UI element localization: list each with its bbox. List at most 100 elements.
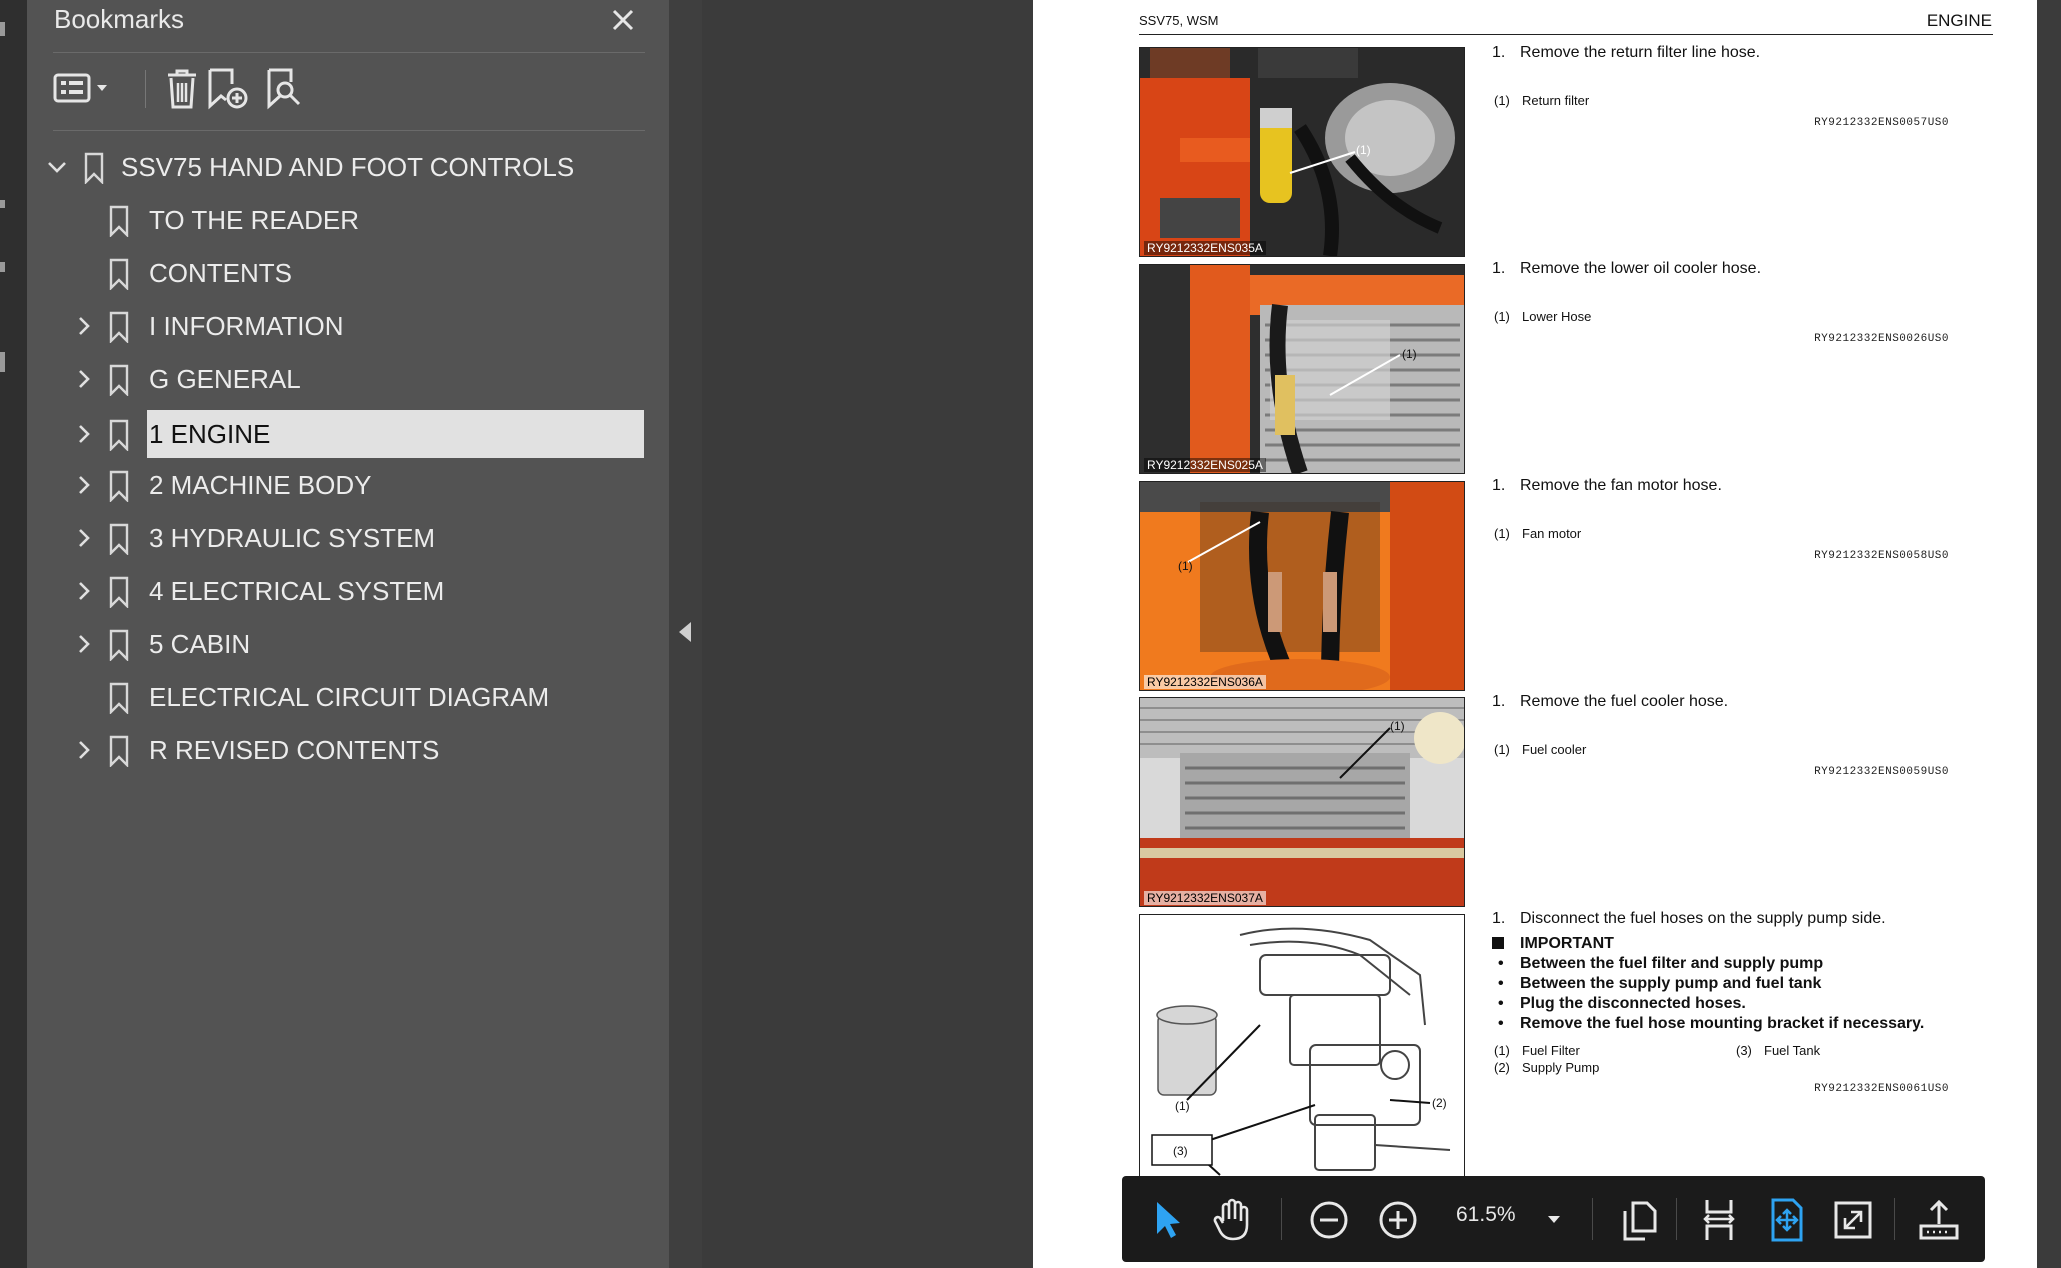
- chevron-right-icon[interactable]: [72, 473, 96, 497]
- reference-code: RY9212332ENS0057US0: [1814, 117, 1949, 129]
- important-item: Between the supply pump and fuel tank: [1498, 974, 1924, 994]
- header-rule: [1139, 34, 1993, 35]
- bookmark-label: 1 ENGINE: [147, 410, 644, 458]
- diagram-callout: (3): [1173, 1144, 1188, 1158]
- toolbar-divider: [1894, 1198, 1895, 1240]
- chevron-right-icon[interactable]: [72, 579, 96, 603]
- bookmark-item[interactable]: SSV75 HAND AND FOOT CONTROLS: [27, 143, 669, 191]
- zoom-out-icon: [1310, 1201, 1348, 1239]
- step-text: 1. Remove the fan motor hose.: [1492, 477, 1722, 494]
- chevron-right-icon[interactable]: [72, 738, 96, 762]
- important-list: Between the fuel filter and supply pump …: [1498, 954, 1924, 1034]
- viewer-background: [702, 0, 1033, 1268]
- bookmark-item[interactable]: 1 ENGINE: [27, 410, 669, 458]
- find-bookmark-button[interactable]: [259, 66, 309, 112]
- share-button[interactable]: [1912, 1193, 1966, 1247]
- zoom-in-button[interactable]: [1371, 1193, 1425, 1247]
- options-menu-button[interactable]: [51, 66, 117, 112]
- bookmark-item[interactable]: 5 CABIN: [27, 620, 669, 668]
- chevron-right-icon[interactable]: [72, 367, 96, 391]
- bookmark-label: 5 CABIN: [149, 629, 251, 659]
- add-bookmark-button[interactable]: [199, 66, 255, 112]
- full-screen-icon: [1834, 1201, 1872, 1239]
- chevron-right-icon[interactable]: [72, 632, 96, 656]
- close-panel-button[interactable]: [605, 2, 641, 38]
- nav-marker-icon[interactable]: [0, 200, 5, 208]
- bookmark-label: CONTENTS: [149, 258, 292, 288]
- bookmark-item[interactable]: TO THE READER: [27, 196, 669, 244]
- bookmark-icon: [109, 419, 129, 451]
- chevron-right-icon[interactable]: [72, 314, 96, 338]
- fit-width-icon: [1703, 1200, 1735, 1240]
- zoom-level[interactable]: 61.5%: [1456, 1203, 1516, 1227]
- fit-width-button[interactable]: [1692, 1193, 1746, 1247]
- reference-code: RY9212332ENS0058US0: [1814, 550, 1949, 562]
- reference-code: RY9212332ENS0026US0: [1814, 333, 1949, 345]
- vertical-scrollbar[interactable]: [2037, 0, 2061, 1268]
- panel-title: Bookmarks: [54, 4, 185, 34]
- nav-marker-icon[interactable]: [0, 262, 5, 272]
- toolbar-divider: [1676, 1198, 1677, 1240]
- important-item: Plug the disconnected hoses.: [1498, 994, 1924, 1014]
- page-header-right: ENGINE: [1926, 11, 1992, 30]
- diagram-callout: (2): [1432, 1096, 1447, 1110]
- chevron-right-icon[interactable]: [72, 422, 96, 446]
- bookmark-item[interactable]: R REVISED CONTENTS: [27, 726, 669, 774]
- nav-home-icon[interactable]: [0, 22, 5, 36]
- bookmark-item[interactable]: 2 MACHINE BODY: [27, 461, 669, 509]
- note-item: (1) Fuel Filter: [1494, 1043, 1580, 1058]
- toolbar-divider: [1281, 1198, 1282, 1240]
- bookmark-item[interactable]: G GENERAL: [27, 355, 669, 403]
- step-text: 1. Remove the lower oil cooler hose.: [1492, 260, 1762, 277]
- bookmark-item[interactable]: 4 ELECTRICAL SYSTEM: [27, 567, 669, 615]
- bookmark-icon: [109, 735, 129, 767]
- collapse-panel-icon[interactable]: [679, 622, 691, 642]
- bookmark-label: G GENERAL: [149, 364, 301, 394]
- bookmark-label: 4 ELECTRICAL SYSTEM: [149, 576, 445, 606]
- floating-toolbar: 61.5%: [1122, 1176, 1985, 1262]
- close-icon: [612, 9, 634, 31]
- bookmark-item[interactable]: ELECTRICAL CIRCUIT DIAGRAM: [27, 673, 669, 721]
- select-tool-button[interactable]: [1140, 1193, 1194, 1247]
- fit-page-button[interactable]: [1760, 1193, 1814, 1247]
- hand-tool-button[interactable]: [1206, 1193, 1260, 1247]
- nav-layers-icon[interactable]: [0, 352, 5, 372]
- note-item: (1) Fuel cooler: [1494, 742, 1587, 757]
- reference-code: RY9212332ENS0061US0: [1814, 1083, 1949, 1095]
- chevron-down-icon[interactable]: [45, 155, 69, 179]
- image-caption: RY9212332ENS036A: [1144, 675, 1266, 689]
- photo-callout: (1): [1356, 143, 1371, 157]
- chevron-right-icon[interactable]: [72, 526, 96, 550]
- toolbar-divider: [145, 70, 146, 108]
- fit-page-icon: [1771, 1198, 1803, 1242]
- bookmark-icon: [109, 205, 129, 237]
- page-view-button[interactable]: [1612, 1193, 1666, 1247]
- select-arrow-icon: [1157, 1202, 1180, 1238]
- bookmark-item[interactable]: CONTENTS: [27, 249, 669, 297]
- image-caption: RY9212332ENS025A: [1144, 458, 1266, 472]
- page-view-icon: [1623, 1201, 1657, 1241]
- bookmark-label: I INFORMATION: [149, 311, 344, 341]
- note-item: (3) Fuel Tank: [1736, 1043, 1821, 1058]
- important-heading: IMPORTANT: [1492, 935, 1614, 953]
- important-marker-icon: [1492, 937, 1504, 949]
- share-icon: [1919, 1199, 1959, 1240]
- zoom-out-button[interactable]: [1302, 1193, 1356, 1247]
- left-nav-strip: [0, 0, 27, 1268]
- bookmark-icon: [109, 470, 129, 502]
- zoom-in-icon: [1379, 1201, 1417, 1239]
- full-screen-button[interactable]: [1826, 1193, 1880, 1247]
- bookmark-item[interactable]: I INFORMATION: [27, 302, 669, 350]
- bookmark-icon: [109, 311, 129, 343]
- bookmark-label: R REVISED CONTENTS: [149, 735, 440, 765]
- bookmark-icon: [109, 576, 129, 608]
- zoom-dropdown[interactable]: [1536, 1196, 1572, 1242]
- important-item: Remove the fuel hose mounting bracket if…: [1498, 1014, 1924, 1034]
- bookmark-item[interactable]: 3 HYDRAULIC SYSTEM: [27, 514, 669, 562]
- photo-fan-motor-hose: (1) RY9212332ENS036A: [1139, 481, 1465, 691]
- bookmark-icon: [84, 152, 104, 184]
- divider: [53, 52, 645, 53]
- step-text: 1. Disconnect the fuel hoses on the suppl…: [1492, 910, 1886, 927]
- photo-oil-cooler-hose: (1) RY9212332ENS025A: [1139, 264, 1465, 474]
- step-text: 1. Remove the return filter line hose.: [1492, 44, 1761, 61]
